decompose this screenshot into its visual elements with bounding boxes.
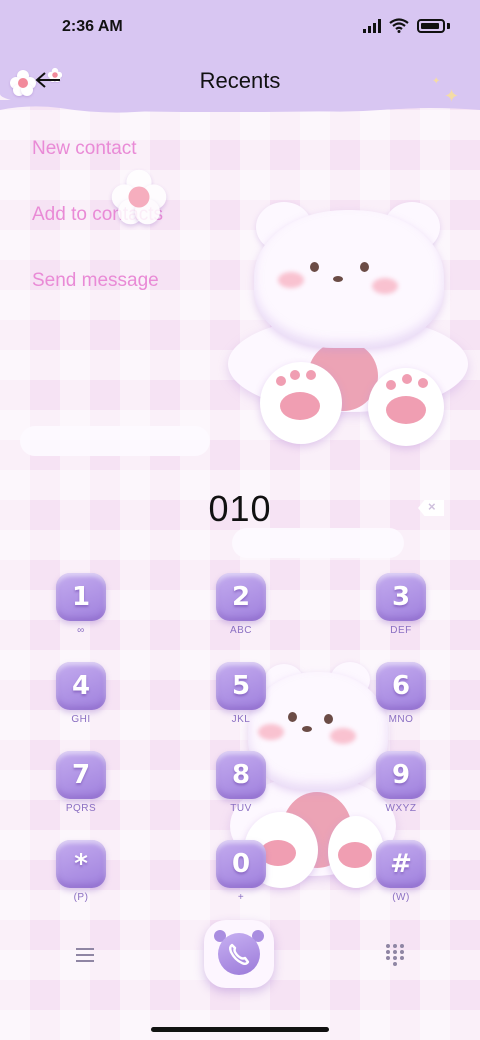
key-7[interactable]: 7 PQRS — [56, 751, 106, 814]
call-icon-bg — [218, 933, 260, 975]
key-digit: 4 — [71, 671, 91, 701]
key-digit: 7 — [71, 760, 91, 790]
flower-decoration-icon — [111, 169, 167, 225]
key-2[interactable]: 2 ABC — [216, 573, 266, 636]
key-letters: TUV — [230, 803, 252, 814]
home-indicator[interactable] — [151, 1027, 329, 1032]
call-button[interactable] — [204, 920, 274, 988]
key-letters: DEF — [390, 625, 412, 636]
key-digit: 6 — [391, 671, 411, 701]
key-digit: 2 — [231, 582, 251, 612]
key-digit: 3 — [391, 582, 411, 612]
backspace-icon: × — [428, 499, 436, 514]
sparkle-icon: ✦ — [444, 86, 460, 106]
battery-icon — [417, 18, 445, 33]
signal-icon — [363, 18, 381, 33]
key-6[interactable]: 6 MNO — [376, 662, 426, 725]
dialpad-icon[interactable] — [386, 944, 404, 966]
key-hash[interactable]: # (W) — [376, 840, 426, 903]
key-8[interactable]: 8 TUV — [216, 751, 266, 814]
key-letters: WXYZ — [385, 803, 417, 814]
key-letters: JKL — [231, 714, 251, 725]
key-digit: 1 — [71, 582, 91, 612]
key-letters: + — [237, 892, 245, 903]
key-digit: 5 — [231, 671, 251, 701]
header-wave — [0, 100, 480, 113]
key-digit: 9 — [391, 760, 411, 790]
battery-tip — [447, 22, 450, 29]
sparkle-icon: ✦ — [432, 76, 441, 87]
key-letters: MNO — [388, 714, 414, 725]
wifi-icon — [389, 18, 409, 33]
status-bar: 2:36 AM — [0, 0, 480, 56]
send-message-button[interactable]: Send message — [32, 270, 159, 292]
key-4[interactable]: 4 GHI — [56, 662, 106, 725]
voicemail-icon: ∞ — [77, 625, 85, 636]
key-9[interactable]: 9 WXYZ — [376, 751, 426, 814]
status-icons — [363, 18, 450, 33]
cloud-decoration — [232, 528, 404, 558]
menu-icon[interactable] — [76, 948, 94, 962]
key-digit: 0 — [231, 849, 251, 879]
phone-icon — [229, 943, 250, 965]
status-time: 2:36 AM — [62, 18, 123, 35]
bear-illustration-top — [20, 196, 480, 456]
key-letters: PQRS — [65, 803, 97, 814]
new-contact-button[interactable]: New contact — [32, 138, 137, 160]
key-digit: * — [74, 849, 88, 879]
key-3[interactable]: 3 DEF — [376, 573, 426, 636]
key-digit: # — [390, 849, 412, 879]
key-letters: ABC — [229, 625, 253, 636]
dialed-number: 010 — [208, 488, 272, 529]
key-digit: 8 — [231, 760, 251, 790]
key-letters: (W) — [392, 892, 410, 903]
key-star[interactable]: * (P) — [56, 840, 106, 903]
key-letters: GHI — [71, 714, 91, 725]
key-5[interactable]: 5 JKL — [216, 662, 266, 725]
key-letters: (P) — [73, 892, 89, 903]
key-1[interactable]: 1 ∞ — [56, 573, 106, 636]
page-title: Recents — [199, 68, 281, 93]
key-0[interactable]: 0 + — [216, 840, 266, 903]
